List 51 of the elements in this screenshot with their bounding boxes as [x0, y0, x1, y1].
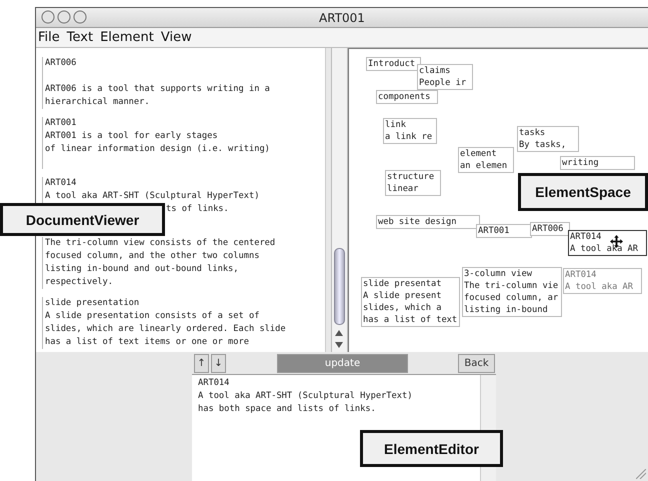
move-up-button[interactable]: ↑	[194, 354, 209, 372]
document-text-line: ART001	[45, 117, 78, 130]
editor-text-line: ART014	[198, 377, 230, 390]
resize-grip-icon[interactable]	[636, 469, 646, 479]
element-node[interactable]: structure linear	[385, 170, 441, 196]
element-node[interactable]: tasks By tasks,	[517, 126, 579, 152]
element-node[interactable]: 3-column view The tri-column vie focused column, ar listing in-bound	[462, 267, 562, 317]
element-node[interactable]: components	[376, 90, 438, 104]
menu-item[interactable]: View	[160, 30, 192, 45]
document-text-line: A tool aka ART-SHT (Sculptural HyperText)	[45, 190, 260, 203]
element-node[interactable]: ART014 A tool aka AR	[563, 268, 642, 294]
element-node[interactable]: link a link re	[383, 118, 437, 144]
document-text-line: listing in-bound and out-bound links,	[45, 263, 240, 276]
element-node[interactable]: element an elemen	[458, 147, 514, 173]
editor-text-line: has both space and lists of links.	[198, 403, 377, 416]
menu-item[interactable]: File	[38, 30, 60, 45]
element-node[interactable]: Introduct	[366, 57, 421, 71]
document-text-line: ts of links.	[165, 203, 230, 216]
back-button[interactable]: Back	[458, 354, 495, 372]
scroll-arrows-icon[interactable]	[335, 330, 343, 348]
scrollbar[interactable]	[331, 48, 348, 352]
document-text-line: focused column, and the other two columns	[45, 250, 260, 263]
move-down-button[interactable]: ↓	[211, 354, 226, 372]
callout-tooltip: ElementEditor	[360, 430, 503, 467]
document-text-line: hierarchical manner.	[45, 96, 151, 109]
element-node[interactable]: slide presentat A slide present slides, which a has a list of text	[361, 277, 460, 327]
document-text-line: ART006 is a tool that supports writing in a	[45, 83, 271, 96]
window-controls-icon[interactable]	[41, 10, 89, 24]
callout-tooltip: ElementSpace	[518, 173, 648, 211]
element-node[interactable]: web site design	[376, 215, 480, 229]
document-text-line: ART001 is a tool for early stages	[45, 130, 219, 143]
document-text-line: The tri-column view consists of the centered	[45, 237, 276, 250]
element-node[interactable]: claims People ir	[417, 64, 473, 90]
document-text-line: of linear information design (i.e. writing)	[45, 143, 271, 156]
document-text-line: slide presentation	[45, 297, 140, 310]
document-text-line: has a list of text items or one or more	[45, 336, 250, 349]
element-node[interactable]: ART001	[476, 224, 532, 238]
document-text-line: A slide presentation consists of a set of	[45, 310, 260, 323]
menu-item[interactable]: Element	[100, 30, 154, 45]
element-node[interactable]: ART006	[530, 222, 570, 236]
menu-item[interactable]: Text	[66, 30, 94, 45]
callout-tooltip: DocumentViewer	[0, 203, 165, 236]
element-node[interactable]: ART014 A tool aka AR	[568, 230, 647, 256]
editor-text-line: A tool aka ART-SHT (Sculptural HyperText)	[198, 390, 414, 403]
document-text-line: slides, which are linearly ordered. Each slide	[45, 323, 287, 336]
document-text-line: respectively.	[45, 276, 114, 289]
document-text-line: ART006	[45, 57, 78, 70]
window-title: ART001	[319, 10, 365, 24]
document-text-line: ART014	[45, 177, 78, 190]
element-node[interactable]: writing	[560, 156, 635, 170]
scroll-thumb[interactable]	[334, 248, 345, 325]
